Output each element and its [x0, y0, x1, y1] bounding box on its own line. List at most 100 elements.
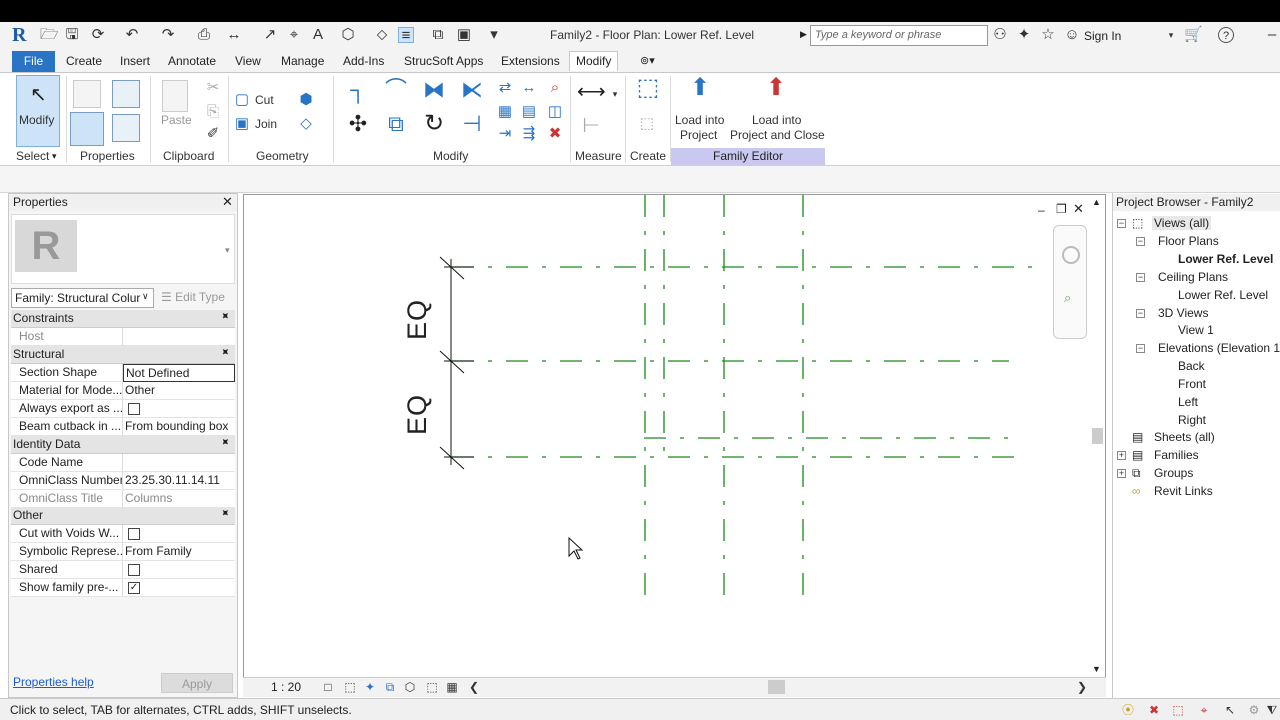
- help-icon[interactable]: ?: [1218, 27, 1234, 43]
- family-filter-dropdown-icon[interactable]: ∨: [142, 291, 149, 302]
- sun-path-icon[interactable]: ✦: [362, 679, 378, 695]
- text-icon[interactable]: A: [310, 27, 326, 43]
- section-icon[interactable]: ⬦: [374, 27, 390, 43]
- expand-toggle-icon[interactable]: +: [1117, 451, 1126, 460]
- create-similar-icon[interactable]: ⬚: [634, 76, 662, 108]
- tree-groups[interactable]: Groups: [1154, 466, 1193, 480]
- prop-value[interactable]: 23.25.30.11.14.11: [123, 472, 235, 490]
- scroll-left-icon[interactable]: ❮: [466, 679, 482, 695]
- move-icon[interactable]: ✣: [346, 113, 370, 140]
- group-constraints[interactable]: Constraints ⯍: [11, 310, 235, 328]
- offset-icon[interactable]: ⌒: [384, 79, 408, 106]
- trim-extend-icon[interactable]: ⊣: [460, 113, 484, 140]
- family-category-icon[interactable]: [112, 114, 140, 142]
- dimension-label-eq-bottom[interactable]: EQ: [402, 394, 433, 435]
- select-underlay-icon[interactable]: ⬚: [1170, 702, 1186, 718]
- show-family-checkbox[interactable]: ✓: [128, 581, 140, 594]
- split-element-icon[interactable]: ⇄: [497, 80, 513, 96]
- shadows-icon[interactable]: ⧉: [382, 679, 398, 695]
- paste-icon[interactable]: [162, 80, 188, 112]
- type-properties-icon[interactable]: [73, 80, 101, 108]
- scroll-up-icon[interactable]: ▲: [1092, 197, 1101, 207]
- favorites-star-icon[interactable]: ☆: [1040, 27, 1056, 43]
- mirror-draw-icon[interactable]: ⧔: [460, 79, 484, 106]
- align-icon[interactable]: ┐: [346, 79, 370, 106]
- prop-value[interactable]: Other: [123, 382, 235, 400]
- join-geometry-icon[interactable]: ▣: [234, 116, 250, 132]
- unpin-icon[interactable]: ⌕: [547, 80, 563, 96]
- 3d-view-icon[interactable]: ⬡: [340, 27, 356, 43]
- minimize-icon[interactable]: –: [1264, 27, 1280, 43]
- collapse-toggle-icon[interactable]: −: [1117, 219, 1126, 228]
- filter-icon[interactable]: ⧨: [1264, 702, 1280, 718]
- scroll-down-icon[interactable]: ▼: [1092, 664, 1101, 674]
- horizontal-scrollbar-thumb[interactable]: [768, 680, 785, 694]
- customize-qat-icon[interactable]: ▾: [486, 27, 502, 43]
- tree-ceiling-plans[interactable]: Ceiling Plans: [1158, 270, 1228, 284]
- prop-row-always-export[interactable]: Always export as ...: [11, 400, 235, 418]
- cut-voids-checkbox[interactable]: [128, 527, 140, 540]
- delete-icon[interactable]: ✖: [547, 126, 563, 142]
- tree-revit-links[interactable]: Revit Links: [1154, 484, 1213, 498]
- scale-icon[interactable]: ▤: [521, 104, 537, 120]
- tab-add-ins[interactable]: Add-Ins: [343, 52, 384, 72]
- redo-icon[interactable]: ↷: [160, 27, 176, 43]
- prop-row-symbolic[interactable]: Symbolic Represe... From Family: [11, 543, 235, 561]
- load-into-project-icon[interactable]: ⬆: [686, 76, 714, 108]
- prop-row-section-shape[interactable]: Section Shape Not Defined: [11, 364, 235, 382]
- canvas-close-icon[interactable]: ✕: [1073, 201, 1084, 217]
- load-into-project-label-2[interactable]: Project: [680, 128, 717, 142]
- tab-extensions[interactable]: Extensions: [501, 52, 560, 72]
- tree-views-all[interactable]: Views (all): [1152, 216, 1212, 230]
- load-and-close-label-1[interactable]: Load into: [752, 113, 801, 127]
- copy-icon[interactable]: ⎘: [205, 104, 221, 120]
- search-input[interactable]: Type a keyword or phrase: [810, 25, 988, 46]
- collapse-toggle-icon[interactable]: −: [1136, 309, 1145, 318]
- prop-row-beam-cutback[interactable]: Beam cutback in ... From bounding box: [11, 418, 235, 436]
- tree-elevation-right[interactable]: Right: [1178, 413, 1206, 427]
- select-by-face-icon[interactable]: ↖: [1222, 702, 1238, 718]
- drawing-canvas[interactable]: EQ EQ ‒ ❐ ✕ ⌕ ▲ ▼: [243, 194, 1106, 678]
- sign-in-dropdown-icon[interactable]: ▾: [1163, 27, 1179, 43]
- expand-toggle-icon[interactable]: +: [1117, 469, 1126, 478]
- tab-insert[interactable]: Insert: [120, 52, 150, 72]
- collapse-toggle-icon[interactable]: −: [1136, 273, 1145, 282]
- array-icon[interactable]: ▦: [497, 104, 513, 120]
- binoculars-icon[interactable]: ⚇: [992, 27, 1008, 43]
- tree-elevations[interactable]: Elevations (Elevation 1): [1158, 341, 1280, 355]
- prop-row-material[interactable]: Material for Mode... Other: [11, 382, 235, 400]
- expand-arrow-icon[interactable]: ▶: [800, 29, 807, 40]
- cut-scissors-icon[interactable]: ✂: [205, 80, 221, 96]
- copy-element-icon[interactable]: ⧉: [384, 113, 408, 140]
- group-structural[interactable]: Structural ⯍: [11, 346, 235, 364]
- tab-modify[interactable]: Modify: [569, 51, 619, 71]
- properties-icon[interactable]: [70, 112, 104, 146]
- tree-elevation-front[interactable]: Front: [1178, 377, 1206, 391]
- subscription-icon[interactable]: ✦: [1016, 27, 1032, 43]
- zoom-icon[interactable]: ⌕: [1064, 290, 1071, 306]
- thin-lines-icon[interactable]: ≡: [398, 27, 414, 44]
- app-menu-r-icon[interactable]: R: [12, 24, 32, 46]
- group-identity-data[interactable]: Identity Data ⯍: [11, 436, 235, 454]
- tab-strucsoft-apps[interactable]: StrucSoft Apps: [404, 52, 483, 72]
- paint-icon[interactable]: ◇: [298, 116, 314, 132]
- prop-value[interactable]: [123, 454, 235, 472]
- join-label[interactable]: Join: [255, 117, 277, 131]
- family-filter-select[interactable]: Family: Structural Colur: [11, 288, 154, 308]
- measure-between-icon[interactable]: ⊢: [577, 116, 605, 136]
- tab-create[interactable]: Create: [66, 52, 102, 72]
- undo-icon[interactable]: ↶: [124, 27, 140, 43]
- drag-elements-icon[interactable]: ⚙: [1246, 702, 1262, 718]
- ribbon-options-icon[interactable]: ⊚▾: [640, 54, 668, 69]
- tree-ceiling-plan-lower-ref-level[interactable]: Lower Ref. Level: [1178, 288, 1268, 302]
- prop-value[interactable]: From bounding box: [123, 418, 235, 436]
- tag-icon[interactable]: ⌖: [286, 27, 302, 43]
- close-properties-icon[interactable]: ✕: [222, 194, 233, 210]
- crop-view-icon[interactable]: ⬡: [402, 679, 418, 695]
- trim-multiple-icon[interactable]: ⇶: [521, 126, 537, 142]
- split-face-icon[interactable]: ⬢: [298, 92, 314, 108]
- temporary-hide-icon[interactable]: ▦: [444, 679, 460, 695]
- match-properties-icon[interactable]: ✐: [205, 126, 221, 142]
- create-group-icon[interactable]: ⬚: [634, 116, 660, 132]
- properties-help-link[interactable]: Properties help: [13, 675, 94, 689]
